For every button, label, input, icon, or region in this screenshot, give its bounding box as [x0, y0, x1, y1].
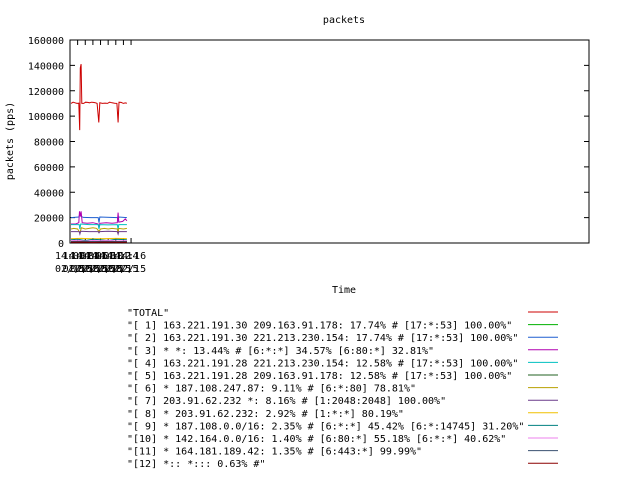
y-tick-label: 100000: [28, 112, 64, 123]
y-tick-label: 80000: [34, 138, 64, 149]
x-tick-label-time: 14:16: [116, 251, 146, 262]
y-tick-label: 120000: [28, 87, 64, 98]
x-axis-label: Time: [332, 285, 356, 296]
legend-label-12: "[12] *:: *::: 0.63% #": [127, 459, 265, 470]
y-tick-label: 20000: [34, 214, 64, 225]
legend-label-2: "[ 2] 163.221.191.30 221.213.230.154: 17…: [127, 333, 518, 344]
legend: "TOTAL" "[ 1] 163.221.191.30 209.163.91.1…: [127, 308, 558, 470]
legend-label-3: "[ 3] * *: 13.44% # [6:*:*] 34.57% [6:80…: [127, 346, 434, 357]
series-layer: [70, 63, 128, 243]
y-tick-label: 40000: [34, 188, 64, 199]
x-tick-label-date: 02/15: [116, 264, 146, 275]
y-tick-label: 160000: [28, 36, 64, 47]
legend-label-10: "[10] * 142.164.0.0/16: 1.40% # [6:80:*]…: [127, 434, 506, 445]
plot-frame: [69, 39, 590, 244]
legend-label-0: "TOTAL": [127, 308, 169, 319]
legend-label-7: "[ 7] 203.91.62.232 *: 8.16% # [1:2048:2…: [127, 396, 446, 407]
chart-title: packets: [323, 15, 365, 26]
legend-label-1: "[ 1] 163.221.191.30 209.163.91.178: 17.…: [127, 321, 512, 332]
packets-chart: packets 0 20000 40000 60000 80000 100000 12000…: [5, 15, 590, 470]
legend-label-6: "[ 6] * 187.108.247.87: 9.11% # [6:*:80]…: [127, 384, 416, 395]
legend-label-8: "[ 8] * 203.91.62.232: 2.92% # [1:*:*] 8…: [127, 409, 404, 420]
series-line-0: [70, 63, 127, 131]
y-tick-label: 60000: [34, 163, 64, 174]
legend-label-4: "[ 4] 163.221.191.28 221.213.230.154: 12…: [127, 358, 518, 369]
y-tick-label: 140000: [28, 61, 64, 72]
y-axis-label: packets (pps): [5, 102, 16, 180]
legend-label-5: "[ 5] 163.221.191.28 209.163.91.178: 12.…: [127, 371, 512, 382]
legend-label-11: "[11] * 164.181.189.42: 1.35% # [6:443:*…: [127, 447, 422, 458]
y-tick-label: 0: [58, 239, 64, 250]
legend-label-9: "[ 9] * 187.108.0.0/16: 2.35% # [6:*:*] …: [127, 421, 524, 432]
